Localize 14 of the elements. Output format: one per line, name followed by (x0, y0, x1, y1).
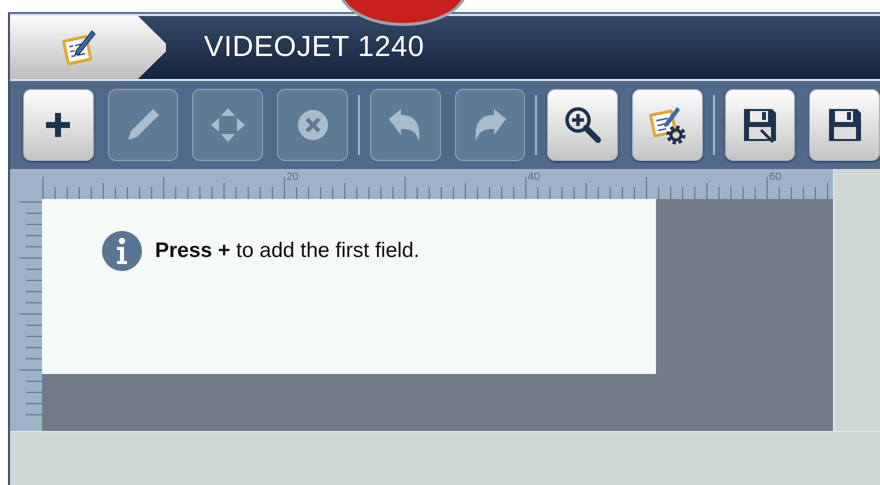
add-button[interactable] (23, 89, 94, 161)
ruler-label: 40 (528, 171, 540, 183)
ruler-label: 60 (769, 171, 782, 183)
zoom-in-icon (562, 105, 603, 145)
home-tab[interactable] (10, 16, 166, 79)
clipboard-gear-icon (647, 105, 688, 145)
ruler-label: 20 (286, 171, 299, 183)
save-button[interactable] (809, 89, 880, 161)
window-title: VIDEOJET 1240 (204, 31, 424, 64)
zoom-in-button[interactable] (547, 89, 618, 161)
save-as-button[interactable] (724, 89, 796, 161)
hint-message: Press + to add the first field. (155, 239, 420, 263)
info-icon (102, 231, 142, 271)
settings-button[interactable] (632, 89, 703, 161)
